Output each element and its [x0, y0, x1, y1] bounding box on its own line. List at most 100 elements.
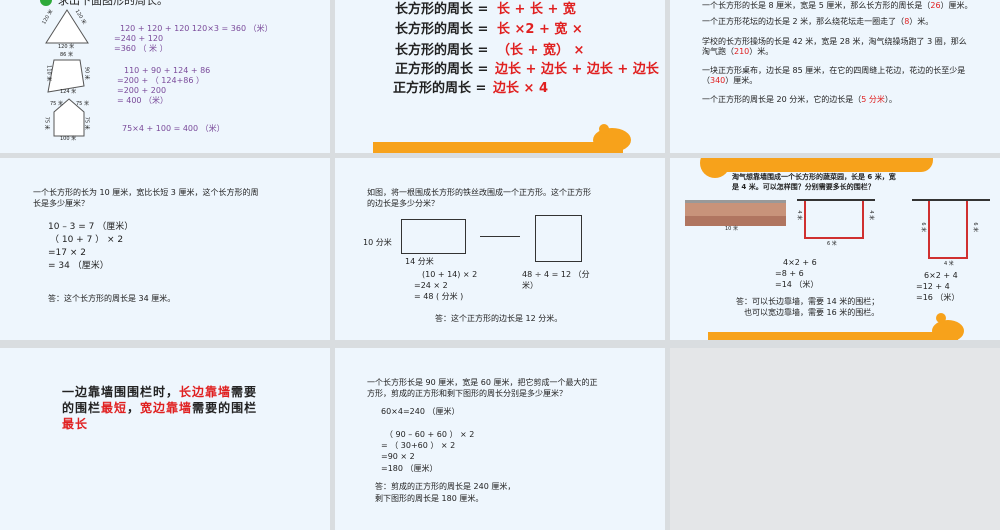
fence-short-side-wall — [928, 201, 968, 259]
formula-label: 正方形的周长 = — [395, 62, 489, 77]
answer-text: 答：剪成的正方形的周长是 240 厘米， — [375, 482, 516, 491]
calc-line: = （ 30+60 ） × 2 — [381, 441, 456, 450]
decorative-circle — [936, 313, 946, 323]
calc-line: =200 + （ 124+86 ） — [117, 76, 204, 85]
decorative-circle — [599, 124, 609, 134]
question-text: 一个长方形的长为 10 厘米，宽比长短 3 厘米，这个长方形的周 — [33, 188, 259, 197]
side-label: 6 米 — [920, 222, 927, 233]
question-text: 方形，剪成的正方形和剩下图形的周长分别是多少厘米？ — [367, 389, 567, 398]
arrow-icon — [480, 236, 520, 237]
side-label: 86 米 — [60, 52, 73, 58]
decorative-circle — [932, 320, 964, 340]
calc-line: 6×2 + 4 — [924, 271, 958, 280]
formula-value: 边长 + 边长 + 边长 + 边长 — [495, 62, 659, 77]
answer-text: 答：这个正方形的边长是 12 分米。 — [435, 314, 563, 323]
slide-thumbnail-8[interactable]: 一个长方形长是 90 厘米，宽是 60 厘米，把它剪成一个最大的正 方形，剪成的… — [335, 348, 665, 530]
slide-thumbnail-6[interactable]: 淘气想靠墙围成一个长方形的蔬菜园，长是 6 米，宽 是 4 米。可以怎样围？分别… — [670, 158, 1000, 340]
calc-line: =16 （米） — [916, 293, 960, 302]
answer-text: 也可以宽边靠墙，需要 16 米的围栏。 — [744, 308, 880, 317]
wall-length-label: 10 米 — [725, 226, 738, 232]
side-label: 6 米 — [972, 222, 979, 233]
question-1: 一个长方形的长是 8 厘米，宽是 5 厘米，那么长方形的周长是（26）厘米。 — [702, 1, 973, 10]
question-text: 长是多少厘米？ — [33, 199, 89, 208]
calc-line: =90 × 2 — [381, 452, 415, 461]
decorative-blob — [708, 158, 933, 172]
side-label: 124 米 — [60, 89, 77, 95]
slide-thumbnail-1[interactable]: 求出下面图形的周长。 120 米 120 米 120 米 86 米 110 米 … — [0, 0, 330, 153]
formula-label: 正方形的周长 = — [393, 81, 487, 96]
calc-line: =17 × 2 — [48, 248, 86, 258]
side-label: 6 米 — [827, 241, 837, 247]
summary-text: 一边靠墙围围栏时，长边靠墙需要的围栏最短，宽边靠墙需要的围栏最长 — [62, 385, 258, 431]
calc-line: = 48 ( 分米 ) — [414, 292, 464, 301]
slide-thumbnail-2[interactable]: 长方形的周长 = 长 + 长 + 宽 长方形的周长 = 长 ×2 + 宽 × 长方形… — [335, 0, 665, 153]
decorative-circle — [593, 128, 631, 152]
side-label: 120 米 — [58, 44, 75, 50]
slide-thumbnail-4[interactable]: 一个长方形的长为 10 厘米，宽比长短 3 厘米，这个长方形的周 长是多少厘米？… — [0, 158, 330, 340]
formula-label: 长方形的周长 = — [395, 2, 489, 17]
calc-line: =180 （厘米） — [381, 464, 438, 473]
slide-thumbnail-5[interactable]: 如图，将一根围成长方形的铁丝改围成一个正方形。这个正方形 的边长是多少分米？ 1… — [335, 158, 665, 340]
side-label: 75 米 — [76, 101, 89, 107]
question-5: 一个正方形的周长是 20 分米，它的边长是（5 分米）。 — [702, 95, 897, 104]
question-text: 的边长是多少分米？ — [367, 199, 439, 208]
calc-line: =12 + 4 — [916, 282, 950, 291]
calc-line: =360 （ 米 ） — [114, 44, 168, 53]
calc-line: (10 + 14) × 2 — [422, 270, 478, 279]
formula-value: 长 ×2 + 宽 × — [497, 22, 583, 37]
calc-line: =24 × 2 — [414, 281, 448, 290]
calc-line: 48 ÷ 4 = 12 （分 — [522, 270, 590, 279]
rectangle-figure — [401, 219, 466, 254]
side-label: 75 米 — [43, 116, 50, 130]
calc-line: （ 90 – 60 + 60 ） × 2 — [385, 430, 475, 439]
side-label: 90 米 — [83, 66, 90, 80]
slide-thumbnail-3[interactable]: 一个长方形的长是 8 厘米，宽是 5 厘米，那么长方形的周长是（26）厘米。 一… — [670, 0, 1000, 153]
calc-line: =240 + 120 — [114, 34, 164, 43]
question-4: 一块正方形桌布，边长是 85 厘米，在它的四周缝上花边，花边的长至少是 — [702, 66, 966, 75]
calc-line: 110 + 90 + 124 + 86 — [124, 66, 211, 75]
calc-line: 60×4=240 （厘米） — [381, 407, 460, 416]
answer-text: 答：这个长方形的周长是 34 厘米。 — [48, 294, 176, 303]
calc-line: = 400 （米） — [117, 96, 169, 105]
calc-line: 米） — [522, 281, 538, 290]
side-label: 75 米 — [50, 101, 63, 107]
wall-image — [685, 200, 786, 226]
decorative-bar — [708, 332, 958, 340]
answer-text: 剩下图形的周长是 180 厘米。 — [375, 494, 484, 503]
calc-line: （ 10 + 7 ） × 2 — [50, 235, 124, 245]
side-label: 75 米 — [83, 116, 90, 130]
slide-thumbnail-7[interactable]: 一边靠墙围围栏时，长边靠墙需要的围栏最短，宽边靠墙需要的围栏最长 — [0, 348, 330, 530]
decorative-circle — [700, 158, 730, 178]
question-3: 学校的长方形操场的长是 42 米，宽是 28 米，淘气绕操场跑了 3 圈，那么 — [702, 37, 967, 46]
calc-line: 120 + 120 + 120 120×3 = 360 （米） — [120, 24, 273, 33]
question-2: 一个正方形花坛的边长是 2 米，那么绕花坛走一圈走了（8）米。 — [702, 17, 934, 26]
formula-value: 边长 × 4 — [493, 81, 548, 96]
fence-long-side-wall — [804, 201, 864, 239]
calc-line: 4×2 + 6 — [783, 258, 817, 267]
question-text: 淘气想靠墙围成一个长方形的蔬菜园，长是 6 米，宽 — [732, 173, 896, 181]
square-figure — [535, 215, 582, 262]
formula-label: 长方形的周长 = — [395, 43, 489, 58]
formula-value: （长 + 宽） × — [497, 43, 585, 58]
empty-slot — [670, 348, 1000, 530]
side-label: 4 米 — [944, 261, 954, 267]
side-label: 4 米 — [796, 210, 803, 221]
question-3-answer: 淘气跑（210）米。 — [702, 47, 774, 56]
question-text: 一个长方形长是 90 厘米，宽是 60 厘米，把它剪成一个最大的正 — [367, 378, 598, 387]
formula-value: 长 + 长 + 宽 — [497, 2, 576, 17]
calc-line: = 34 （厘米） — [48, 261, 109, 271]
question-4-answer: （340）厘米。 — [702, 76, 758, 85]
calc-line: 75×4 + 100 = 400 （米） — [122, 124, 225, 133]
calc-line: =8 + 6 — [775, 269, 804, 278]
calc-line: =14 （米） — [775, 280, 819, 289]
side-label: 110 米 — [45, 65, 52, 82]
bullet-icon — [40, 0, 52, 6]
question-text: 如图，将一根围成长方形的铁丝改围成一个正方形。这个正方形 — [367, 188, 591, 197]
calc-line: =200 + 200 — [117, 86, 167, 95]
calc-line: 10 – 3 = 7 （厘米） — [48, 222, 134, 232]
length-label: 14 分米 — [405, 257, 434, 266]
question-text: 是 4 米。可以怎样围？分别需要多长的围栏？ — [732, 183, 875, 191]
side-label: 4 米 — [868, 210, 875, 221]
formula-label: 长方形的周长 = — [395, 22, 489, 37]
side-label: 100 米 — [60, 136, 77, 142]
